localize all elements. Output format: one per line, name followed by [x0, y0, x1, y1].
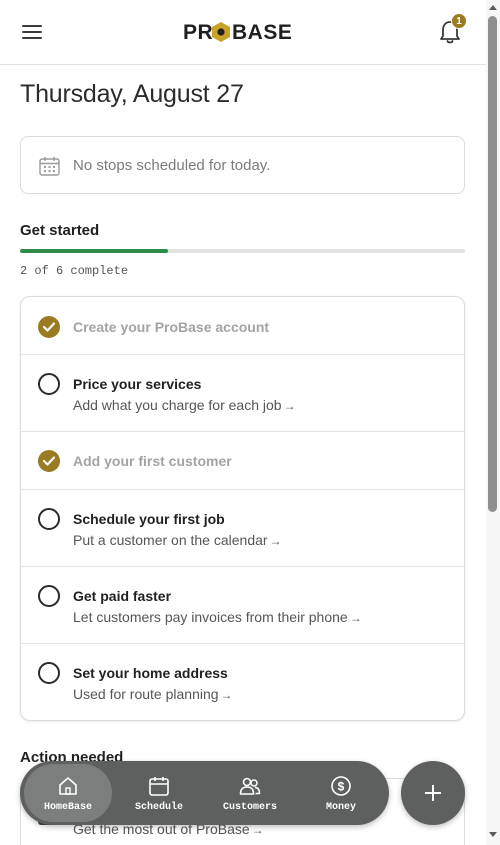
nav-item-money[interactable]: $ Money [297, 764, 385, 822]
progress-text: 2 of 6 complete [20, 264, 129, 278]
scroll-thumb[interactable] [488, 16, 497, 512]
arrow-right-icon: → [283, 399, 296, 413]
task-title: Add your first customer [73, 453, 232, 469]
task-title: Create your ProBase account [73, 319, 270, 335]
task-title: Set your home address [73, 665, 228, 681]
check-empty-icon [38, 373, 60, 395]
scroll-up-arrow-icon[interactable] [489, 5, 497, 10]
schedule-empty-card: No stops scheduled for today. [20, 136, 465, 194]
probase-logo: PR BASE [183, 21, 292, 44]
dollar-icon: $ [331, 776, 351, 796]
task-price-services[interactable]: Price your services Add what you charge … [21, 355, 464, 432]
home-icon [59, 777, 77, 795]
calendar-icon [149, 777, 169, 796]
task-home-address[interactable]: Set your home address Used for route pla… [21, 644, 464, 720]
svg-text:PR: PR [183, 21, 213, 44]
get-started-title: Get started [20, 222, 100, 239]
calendar-icon [39, 157, 60, 176]
check-empty-icon [38, 508, 60, 530]
task-title: Get paid faster [73, 588, 172, 604]
page-scrollbar[interactable] [486, 0, 500, 845]
task-create-account[interactable]: Create your ProBase account [21, 297, 464, 355]
task-subtitle: Let customers pay invoices from their ph… [73, 609, 362, 625]
bottom-navigation: HomeBase Schedule Customers $ Money [20, 761, 389, 825]
task-add-customer[interactable]: Add your first customer [21, 432, 464, 490]
progress-fill [20, 249, 169, 253]
check-done-icon [38, 450, 60, 472]
check-done-icon [38, 316, 60, 338]
task-title: Price your services [73, 376, 202, 392]
nav-item-customers[interactable]: Customers [206, 764, 294, 822]
app-header: PR BASE 1 [0, 0, 486, 65]
task-subtitle: Add what you charge for each job → [73, 397, 296, 413]
check-empty-icon [38, 585, 60, 607]
nav-label: Schedule [134, 802, 183, 813]
add-button[interactable] [401, 761, 465, 825]
svg-text:$: $ [338, 780, 345, 794]
onboarding-progress-bar [20, 249, 465, 253]
plus-icon [432, 785, 434, 801]
nav-label: Customers [222, 802, 277, 813]
arrow-right-icon: → [349, 611, 362, 625]
notification-badge: 1 [451, 13, 467, 29]
schedule-empty-text: No stops scheduled for today. [73, 157, 271, 174]
task-get-paid[interactable]: Get paid faster Let customers pay invoic… [21, 567, 464, 644]
nav-label: HomeBase [43, 802, 92, 813]
nav-label: Money [325, 802, 356, 813]
hamburger-menu-icon[interactable] [22, 24, 42, 40]
nav-item-homebase[interactable]: HomeBase [24, 764, 112, 822]
arrow-right-icon: → [251, 823, 264, 837]
svg-text:BASE: BASE [232, 21, 292, 44]
page-title: Thursday, August 27 [20, 80, 244, 108]
task-title: Schedule your first job [73, 511, 225, 527]
arrow-right-icon: → [220, 688, 233, 702]
task-subtitle: Used for route planning → [73, 686, 233, 702]
nav-item-schedule[interactable]: Schedule [115, 764, 203, 822]
users-icon [239, 777, 261, 795]
onboarding-task-list: Create your ProBase account Price your s… [20, 296, 465, 721]
scroll-down-arrow-icon[interactable] [489, 832, 497, 837]
arrow-right-icon: → [269, 534, 282, 548]
check-empty-icon [38, 662, 60, 684]
task-subtitle: Put a customer on the calendar → [73, 532, 282, 548]
task-schedule-job[interactable]: Schedule your first job Put a customer o… [21, 490, 464, 567]
